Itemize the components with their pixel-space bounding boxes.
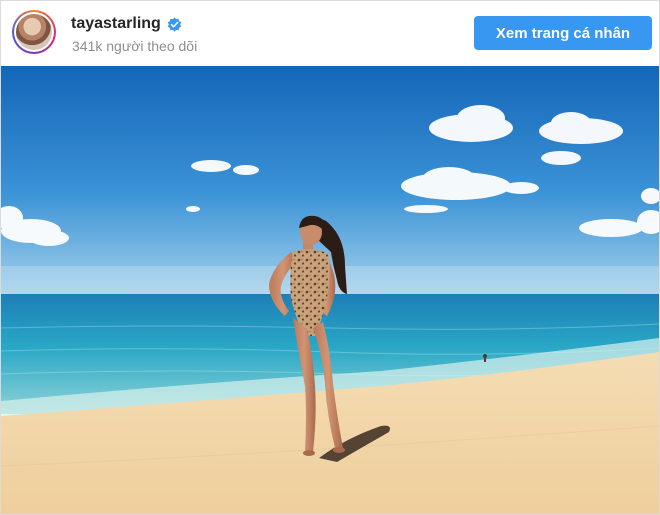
post-photo[interactable] [1,66,659,514]
avatar-image [16,14,52,50]
verified-badge-icon [167,16,182,32]
instagram-embed: tayastarling 341k người theo dõi Xem tra… [0,0,660,515]
username-link[interactable]: tayastarling [71,15,161,33]
view-profile-button[interactable]: Xem trang cá nhân [474,16,652,50]
beach-photo-illustration [1,66,659,514]
post-header: tayastarling 341k người theo dõi Xem tra… [1,1,659,65]
profile-avatar[interactable] [12,10,56,54]
follower-count: 341k người theo dõi [72,38,198,54]
username-row: tayastarling [71,15,182,33]
avatar-border [14,12,54,52]
